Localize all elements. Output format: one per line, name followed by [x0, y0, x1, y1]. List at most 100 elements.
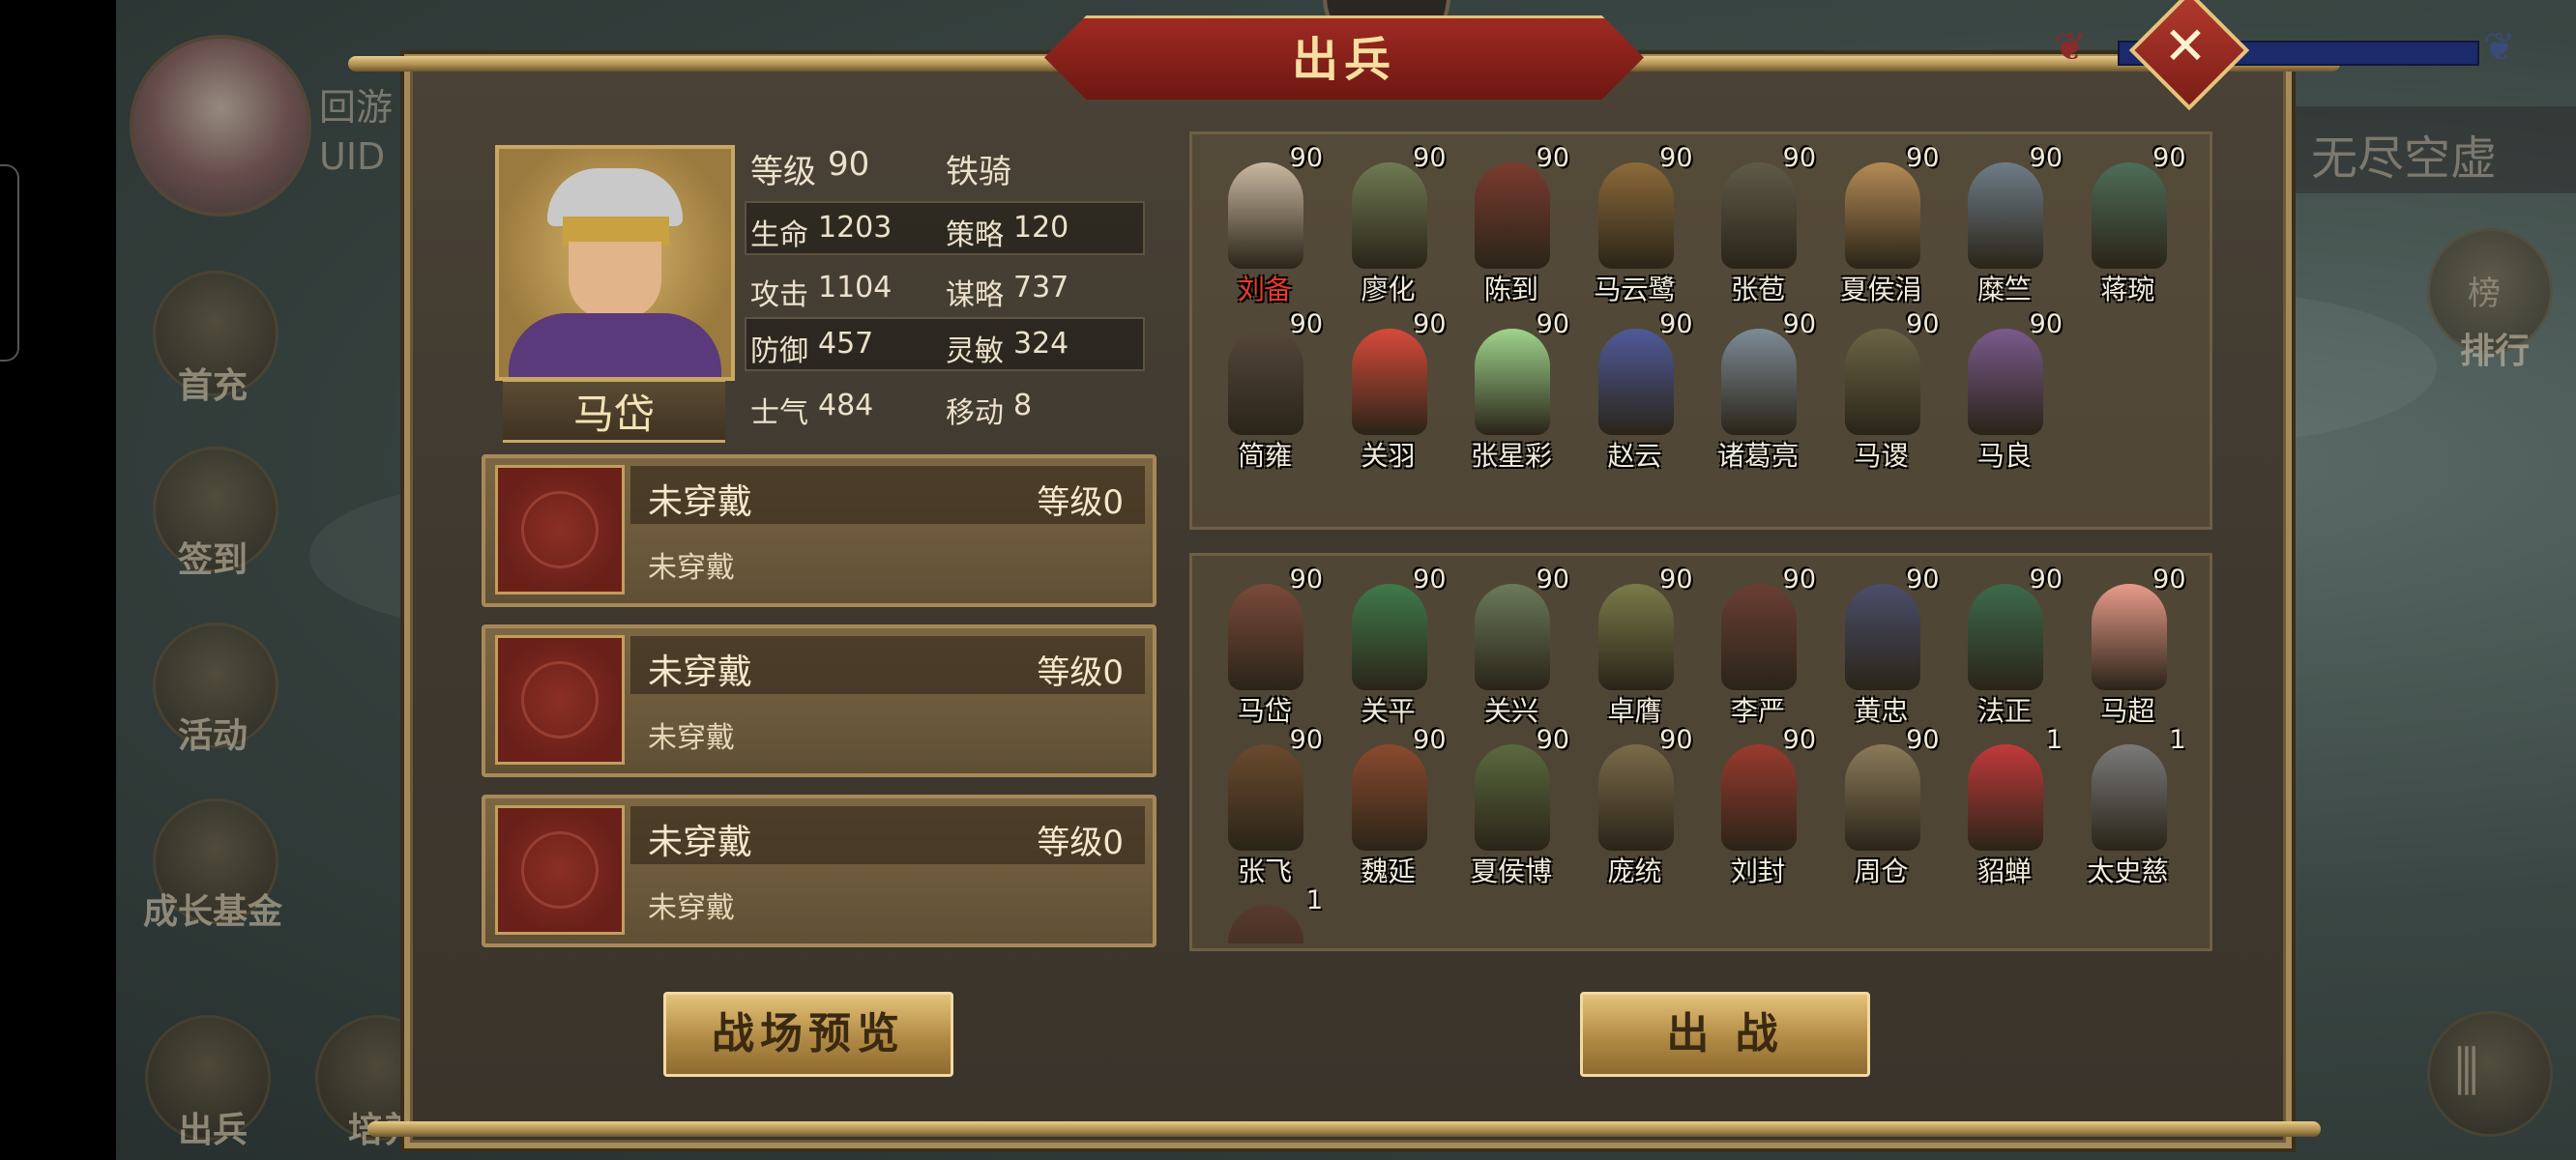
hero-card[interactable]: 90 黄忠 — [1824, 565, 1940, 729]
hero-card[interactable]: 90 马谡 — [1824, 309, 1940, 474]
close-icon[interactable]: ✕ — [2147, 8, 2224, 85]
general-portrait — [495, 145, 735, 381]
hero-sprite — [1721, 329, 1797, 435]
hero-level: 90 — [1782, 725, 1816, 755]
hero-card[interactable]: 90 廖化 — [1331, 143, 1447, 307]
hero-level: 90 — [2029, 143, 2063, 173]
hero-name: 李严 — [1730, 695, 1785, 727]
hero-name: 张苞 — [1730, 274, 1785, 305]
hero-card[interactable]: 1 — [1207, 885, 1323, 943]
hero-name: 关平 — [1361, 695, 1416, 727]
equipment-subtitle: 未穿戴 — [648, 891, 735, 925]
hero-card[interactable]: 90 简雍 — [1207, 309, 1323, 474]
hero-sprite — [1228, 329, 1303, 435]
hero-sprite — [1228, 584, 1303, 690]
hero-card[interactable]: 90 李严 — [1700, 565, 1816, 729]
hero-card[interactable]: 90 卓膺 — [1577, 565, 1693, 729]
hero-level: 1 — [2169, 725, 2186, 755]
hero-name: 诸葛亮 — [1716, 440, 1799, 472]
hero-level: 90 — [1536, 565, 1569, 594]
hero-name: 糜竺 — [1976, 274, 2032, 305]
hero-sprite — [1475, 329, 1550, 435]
hero-card[interactable]: 90 刘封 — [1700, 725, 1816, 889]
hero-card[interactable]: 90 糜竺 — [1947, 143, 2063, 307]
hero-level: 90 — [1906, 309, 1940, 339]
hero-level: 90 — [1413, 309, 1447, 339]
equipment-subtitle: 未穿戴 — [648, 551, 735, 585]
hero-sprite — [1597, 584, 1674, 690]
sign-in-label: 签到 — [177, 540, 248, 580]
hero-card[interactable]: 90 魏延 — [1331, 725, 1447, 889]
hero-sprite — [1475, 162, 1550, 269]
equipment-level: 等级0 — [1037, 824, 1124, 862]
hero-card[interactable]: 90 关羽 — [1331, 309, 1447, 474]
hero-level: 90 — [2152, 143, 2186, 173]
hero-name: 关兴 — [1483, 695, 1538, 727]
hero-card[interactable]: 90 蒋琬 — [2070, 143, 2186, 307]
more-menu-button[interactable] — [2427, 1011, 2553, 1137]
hero-card[interactable]: 90 夏侯博 — [1453, 725, 1569, 889]
hero-sprite — [1844, 329, 1920, 435]
tactics-label: 谋略 — [946, 278, 1004, 312]
hero-card[interactable]: 90 张星彩 — [1453, 309, 1569, 474]
hero-card[interactable]: 90 周仓 — [1824, 725, 1940, 889]
hero-sprite — [1844, 584, 1920, 690]
strategy-label: 策略 — [946, 218, 1004, 252]
hero-card[interactable]: 90 马云鹭 — [1577, 143, 1692, 307]
movement-label: 移动 — [946, 396, 1004, 430]
hero-name: 庞统 — [1607, 856, 1662, 887]
strategy-value: 120 — [1013, 211, 1069, 245]
hero-card[interactable]: 90 关平 — [1331, 565, 1447, 729]
hero-card[interactable]: 90 夏侯涓 — [1824, 143, 1939, 307]
player-avatar[interactable] — [130, 35, 311, 217]
hero-card[interactable]: 90 张苞 — [1700, 143, 1816, 307]
hero-level: 90 — [1906, 565, 1940, 594]
equipment-subtitle: 未穿戴 — [648, 721, 735, 755]
hero-sprite — [2091, 584, 2167, 690]
equipment-slot-2[interactable]: 未穿戴 等级0 未穿戴 — [482, 624, 1156, 777]
hero-card[interactable]: 90 马超 — [2070, 565, 2186, 729]
hero-level: 90 — [1659, 565, 1693, 594]
equipment-empty-icon — [495, 805, 625, 935]
server-name: 无尽空虚 — [2311, 131, 2498, 186]
bottom-frame-bar — [367, 1121, 2321, 1137]
hero-card[interactable]: 90 马良 — [1947, 309, 2063, 474]
equipment-slot-1[interactable]: 未穿戴 等级0 未穿戴 — [482, 454, 1156, 607]
hero-card[interactable]: 90 法正 — [1947, 565, 2063, 729]
hero-name: 夏侯博 — [1470, 856, 1552, 887]
hero-card[interactable]: 90 庞统 — [1577, 725, 1693, 889]
hero-sprite — [1351, 162, 1427, 269]
battlefield-preview-button[interactable]: 战场预览 — [663, 992, 953, 1077]
hero-card[interactable]: 90 陈到 — [1453, 143, 1569, 307]
hero-level: 90 — [1782, 309, 1816, 339]
hero-sprite — [1721, 584, 1797, 690]
agility-label: 灵敏 — [946, 334, 1004, 368]
hero-sprite — [2091, 744, 2167, 851]
hero-level: 90 — [1906, 725, 1940, 755]
deploy-menu-label: 出兵 — [177, 1111, 248, 1150]
hero-name: 关羽 — [1361, 440, 1416, 472]
defense-label: 防御 — [750, 334, 808, 368]
hero-card[interactable]: 90 张飞 — [1207, 725, 1323, 889]
level-label: 等级 — [750, 153, 816, 191]
hero-sprite — [1597, 744, 1674, 851]
general-name: 马岱 — [503, 379, 725, 443]
side-edge-tab[interactable] — [0, 164, 19, 362]
hero-card[interactable]: 90 赵云 — [1577, 309, 1693, 474]
hero-card[interactable]: 90 马岱 — [1207, 565, 1323, 729]
hero-name: 貂蝉 — [1976, 856, 2032, 887]
hero-sprite — [1968, 329, 2043, 435]
hero-card[interactable]: 90 关兴 — [1453, 565, 1569, 729]
hero-card[interactable]: 90 诸葛亮 — [1700, 309, 1816, 474]
hero-card[interactable]: 1 貂蝉 — [1947, 725, 2063, 889]
equipment-slot-3[interactable]: 未穿戴 等级0 未穿戴 — [482, 795, 1156, 947]
equipment-title: 未穿戴 — [648, 482, 753, 522]
tactics-value: 737 — [1013, 271, 1069, 304]
hero-name: 刘备 — [1237, 274, 1292, 305]
hero-level: 90 — [1289, 309, 1323, 339]
attack-value: 1104 — [818, 271, 893, 304]
hero-card[interactable]: 1 太史慈 — [2070, 725, 2186, 889]
hero-sprite — [1228, 905, 1303, 943]
hero-card[interactable]: 90 刘备 — [1207, 143, 1323, 307]
battle-button[interactable]: 出 战 — [1580, 992, 1870, 1077]
